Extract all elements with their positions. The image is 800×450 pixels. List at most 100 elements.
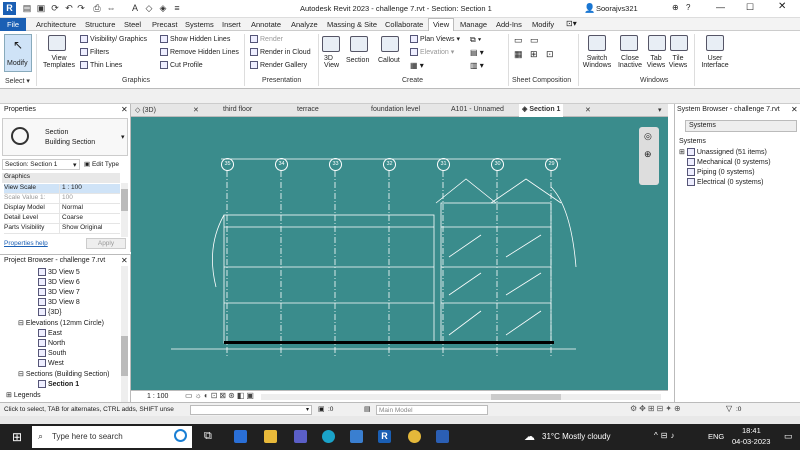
systems-dropdown[interactable]: Systems — [685, 120, 797, 132]
clock-date[interactable]: 04-03-2023 — [732, 437, 770, 446]
system-item-unassigned[interactable]: ⊞ Unassigned (51 items) — [679, 148, 767, 157]
view-tab-foundation-level[interactable]: foundation level — [371, 106, 420, 113]
edge-icon[interactable] — [322, 430, 335, 443]
workset-dropdown[interactable]: ▾ — [190, 405, 312, 415]
save-icon[interactable]: ▣ — [36, 3, 46, 13]
browser-item-3d-view-5[interactable]: 3D View 5 — [38, 268, 80, 276]
windows-start-icon[interactable]: ⊞ — [12, 430, 22, 444]
grid-bubble[interactable]: 34 — [275, 158, 288, 171]
sync-icon[interactable]: ⟳ — [50, 3, 60, 13]
browser-item-3d-view-7[interactable]: 3D View 7 — [38, 288, 80, 296]
tab-steel[interactable]: Steel — [124, 20, 141, 29]
clock-time[interactable]: 18:41 — [742, 426, 761, 435]
revisions-icon[interactable]: ⊡ — [546, 49, 554, 60]
instance-selector[interactable]: Section: Section 1 ▾ — [2, 159, 80, 170]
view-tab-3d[interactable]: ◇ (3D) — [135, 106, 156, 114]
selection-filters-icon[interactable]: ⚙✥⊞⊟✦⊕ — [630, 404, 683, 413]
thin-lines-button[interactable]: Thin Lines — [80, 61, 122, 69]
remove-hidden-lines-button[interactable]: Remove Hidden Lines — [160, 48, 239, 56]
close-icon[interactable]: ✕ — [778, 1, 786, 12]
prop-detail-level[interactable]: Detail Level Coarse — [4, 214, 120, 224]
print-icon[interactable]: ⎙ — [92, 3, 102, 13]
grid-bubble[interactable]: 29 — [545, 158, 558, 171]
prop-value[interactable]: Show Original — [59, 224, 117, 233]
switch-windows-button[interactable]: Switch Windows — [582, 55, 612, 69]
store-icon[interactable] — [234, 430, 247, 443]
text-icon[interactable]: A — [130, 3, 140, 13]
prop-value[interactable]: 1 : 100 — [59, 184, 117, 193]
chrome-icon[interactable] — [408, 430, 421, 443]
teams-icon[interactable] — [294, 430, 307, 443]
word-icon[interactable] — [436, 430, 449, 443]
browser-item-south[interactable]: South — [38, 349, 66, 357]
render-button[interactable]: Render — [250, 35, 283, 43]
maximize-icon[interactable]: ☐ — [746, 2, 754, 13]
user-name[interactable]: Soorajvs321 — [596, 4, 638, 13]
ribbon-collapse-icon[interactable]: ⊡▾ — [566, 19, 577, 28]
view-templates-icon[interactable] — [48, 35, 66, 51]
browser-item-3d-view-6[interactable]: 3D View 6 — [38, 278, 80, 286]
tab-insert[interactable]: Insert — [222, 20, 241, 29]
elevation-button[interactable]: Elevation ▾ — [410, 48, 454, 57]
tab-analyze[interactable]: Analyze — [291, 20, 318, 29]
prop-display-model[interactable]: Display Model Normal — [4, 204, 120, 214]
file-explorer-icon[interactable] — [264, 430, 277, 443]
view-tab-third-floor[interactable]: third floor — [223, 106, 252, 113]
system-item-mechanical[interactable]: Mechanical (0 systems) — [687, 158, 771, 166]
browser-item-west[interactable]: West — [38, 359, 64, 367]
tab-systems[interactable]: Systems — [185, 20, 214, 29]
view-tab-close-icon[interactable]: ✕ — [585, 106, 591, 114]
properties-scrollbar[interactable] — [121, 183, 128, 237]
properties-close-icon[interactable]: ✕ — [121, 105, 128, 114]
zoom-icon[interactable]: ⊕ — [644, 149, 652, 160]
tab-modify[interactable]: Modify — [532, 20, 554, 29]
drafting-icon[interactable]: ▦ ▾ — [410, 61, 424, 70]
prop-value[interactable]: Coarse — [59, 214, 117, 223]
weather-text[interactable]: 31°C Mostly cloudy — [542, 432, 611, 441]
tab-architecture[interactable]: Architecture — [36, 20, 76, 29]
view-scale[interactable]: 1 : 100 — [147, 393, 168, 400]
browser-item-3d[interactable]: {3D} — [38, 308, 62, 316]
language-indicator[interactable]: ENG — [708, 432, 724, 441]
sheet-icon[interactable]: ▭ — [514, 35, 523, 46]
system-item-electrical[interactable]: Electrical (0 systems) — [687, 178, 764, 186]
render-gallery-button[interactable]: Render Gallery — [250, 61, 307, 69]
browser-group-elevations[interactable]: ⊟ Elevations (12mm Circle) — [18, 319, 104, 327]
design-option-dropdown[interactable]: Main Model — [376, 405, 488, 415]
task-view-icon[interactable]: ⧉ — [204, 430, 212, 443]
tile-views-icon[interactable] — [670, 35, 688, 51]
apply-button[interactable]: Apply — [86, 238, 126, 249]
help-icon[interactable]: ? — [686, 3, 690, 12]
3d-view-button[interactable]: 3D View — [324, 55, 340, 69]
tab-collaborate[interactable]: Collaborate — [385, 20, 423, 29]
filters-button[interactable]: Filters — [80, 48, 109, 56]
tab-massing-site[interactable]: Massing & Site — [327, 20, 377, 29]
view-tab-close-icon[interactable]: ✕ — [193, 106, 199, 114]
section-button[interactable]: Section — [346, 57, 369, 64]
project-browser-close-icon[interactable]: ✕ — [121, 256, 128, 265]
title-block-icon[interactable]: ▭ — [530, 35, 539, 46]
legends-icon[interactable]: ▤ ▾ — [470, 48, 484, 57]
browser-scrollbar[interactable] — [121, 266, 128, 402]
plan-views-button[interactable]: Plan Views ▾ — [410, 35, 460, 44]
browser-item-north[interactable]: North — [38, 339, 65, 347]
design-options-icon[interactable]: ▤ — [364, 405, 371, 413]
guide-grid-icon[interactable]: ▦ — [514, 49, 523, 60]
tab-views-icon[interactable] — [648, 35, 666, 51]
3d-view-icon[interactable] — [322, 36, 340, 52]
browser-group-legends[interactable]: ⊞ Legends — [6, 391, 41, 399]
prop-value[interactable]: Normal — [59, 204, 117, 213]
cart-icon[interactable]: ⊕ — [672, 3, 679, 12]
filter-icon[interactable]: ▽ — [726, 404, 732, 413]
tile-views-button[interactable]: Tile Views — [668, 55, 688, 69]
grid-bubble[interactable]: 35 — [221, 158, 234, 171]
tab-annotate[interactable]: Annotate — [251, 20, 281, 29]
system-item-piping[interactable]: Piping (0 systems) — [687, 168, 755, 176]
graphics-group-header[interactable]: Graphics — [2, 173, 120, 183]
minimize-icon[interactable]: — — [716, 2, 725, 12]
grid-bubble[interactable]: 32 — [383, 158, 396, 171]
system-browser-close-icon[interactable]: ✕ — [791, 105, 798, 114]
cortana-icon[interactable] — [174, 429, 187, 442]
close-inactive-icon[interactable] — [620, 35, 638, 51]
navigation-bar[interactable]: ◎ ⊕ — [639, 127, 659, 185]
